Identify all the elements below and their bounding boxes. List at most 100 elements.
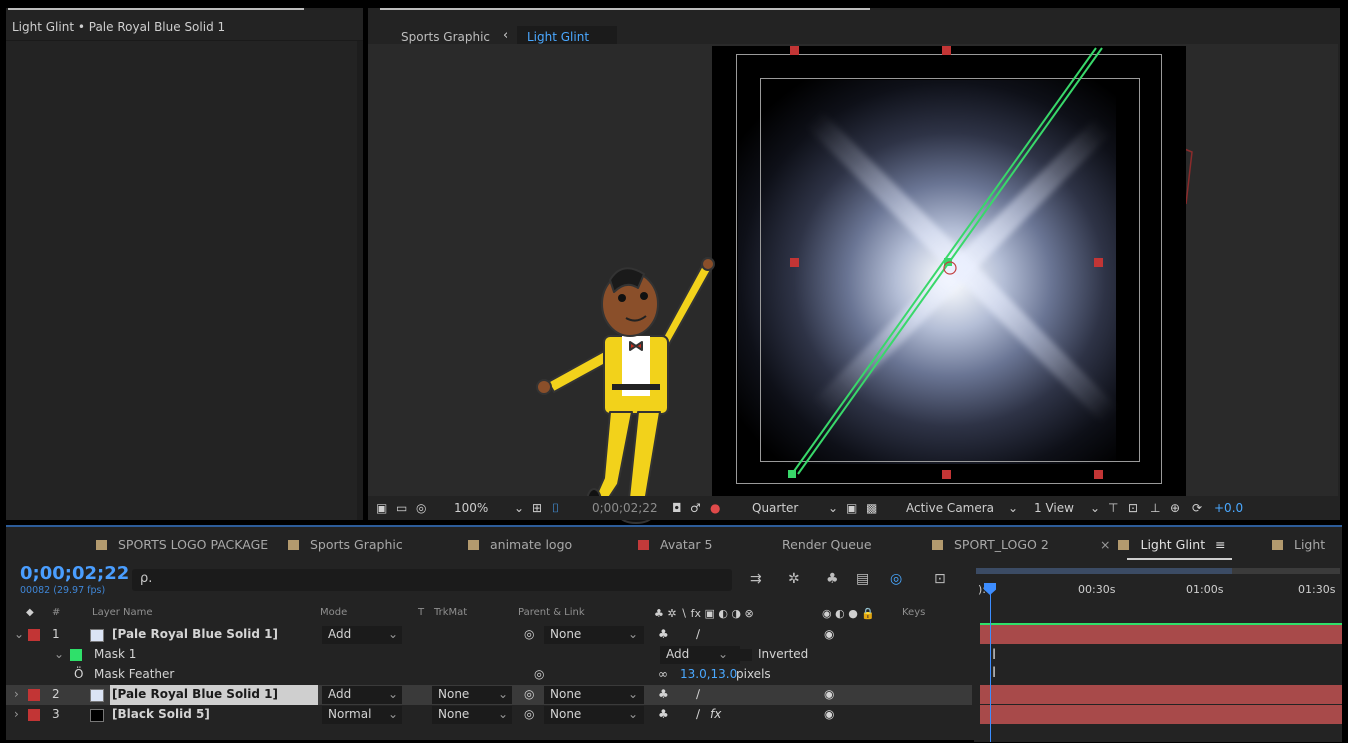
quality-switch-icon[interactable]: ∕ [696,627,700,641]
current-time-display[interactable]: 0;00;02;22 [592,501,658,515]
exposure-value[interactable]: +0.0 [1214,501,1243,515]
layer-name[interactable]: [Black Solid 5] [112,707,210,721]
layer-label-color[interactable] [28,629,40,641]
inverted-checkbox[interactable] [740,649,752,661]
zoom-dropdown[interactable]: 100% [454,501,488,515]
playhead-line[interactable] [990,587,991,742]
fast-preview-icon[interactable]: ⊡ [1128,501,1138,515]
mask-color[interactable] [70,649,82,661]
pickwhip-icon[interactable]: ◎ [524,687,534,701]
layer-row[interactable]: › 3 [Black Solid 5] Normal ⌄ None ⌄ ◎ No… [6,705,972,725]
layer-row[interactable]: › 2 [Pale Royal Blue Solid 1] Add ⌄ None… [6,685,972,705]
layer-label-color[interactable] [28,689,40,701]
mask-feather-value[interactable]: 13.0,13.0 [680,667,737,681]
constrain-link-icon[interactable]: ∞ [658,667,668,681]
chevron-right-icon[interactable]: › [14,707,19,721]
shy-switch-icon[interactable]: ♣ [658,627,669,641]
tab-light-glint[interactable]: × Light Glint ≡ [1100,537,1226,552]
back-arrow-icon[interactable]: ‹ [503,28,508,43]
av-features-icons[interactable]: ◉ ◐ ● 🔒 [822,607,875,620]
label-tag-icon[interactable]: ◆ [26,607,34,618]
chevron-down-icon[interactable]: ⌄ [1008,501,1018,515]
pickwhip-icon[interactable]: ◎ [524,627,534,641]
layer-row[interactable]: ⌄ 1 [Pale Royal Blue Solid 1] Add ⌄ ◎ No… [6,625,972,645]
chevron-down-icon[interactable]: ⌄ [14,627,24,641]
pixel-aspect-icon[interactable]: ⊤ [1108,501,1118,515]
grid-icon[interactable]: ⊞ [532,501,542,515]
layer-name[interactable]: [Pale Royal Blue Solid 1] [110,685,318,705]
monitor-icon[interactable]: ▭ [396,501,407,515]
mask-visibility-icon[interactable]: ⌷ [552,501,559,516]
region-of-interest-icon[interactable]: ▣ [846,501,857,515]
col-parent[interactable]: Parent & Link [518,607,585,618]
layer-label-color[interactable] [28,709,40,721]
layer-bar[interactable] [980,685,1342,704]
work-area-bar[interactable] [976,568,1232,574]
snapshot-icon[interactable]: ◘ [672,501,682,515]
tab-sport-logo-2[interactable]: SPORT_LOGO 2 [932,537,1049,552]
layer-tracks[interactable]: I I [974,623,1342,742]
composition-frame[interactable] [712,46,1186,496]
tab-render-queue[interactable]: Render Queue [782,537,872,552]
chevron-down-icon[interactable]: ⌄ [1090,501,1100,515]
graph-editor-icon[interactable]: ⊡ [934,571,946,587]
reset-exposure-icon[interactable]: ⟳ [1192,501,1202,515]
effects-switch[interactable]: fx [710,707,721,721]
show-snapshot-icon[interactable]: ♂ [690,501,701,515]
mask-path[interactable] [712,46,1186,496]
timeline-icon[interactable]: ⊥ [1150,501,1160,515]
layer-panel-title[interactable]: Light Glint • Pale Royal Blue Solid 1 [12,20,225,34]
frame-blending-icon[interactable]: ▤ [856,571,869,587]
tab-avatar-5[interactable]: Avatar 5 [638,537,713,552]
layer-bar[interactable] [980,705,1342,724]
tab-sports-graphic[interactable]: Sports Graphic [288,537,403,552]
shy-switch-icon[interactable]: ♣ [658,707,669,721]
layer-bar[interactable] [980,625,1342,644]
comp-flowchart-icon[interactable]: ⇉ [750,571,762,587]
draft-3d-icon[interactable]: ✲ [788,571,800,587]
mask-row[interactable]: ⌄ Mask 1 Add ⌄ Inverted [6,645,972,665]
eye-icon[interactable]: ◉ [824,627,834,641]
eye-icon[interactable]: ◉ [824,707,834,721]
eye-icon[interactable]: ◉ [824,687,834,701]
motion-blur-icon[interactable]: ◎ [890,571,902,587]
flowchart-icon[interactable]: ⊕ [1170,501,1180,515]
panel-menu-icon[interactable]: ≡ [1215,537,1225,552]
mask-icon[interactable]: ◎ [416,501,426,515]
mask-name[interactable]: Mask 1 [94,647,136,661]
transparency-grid-icon[interactable]: ▩ [866,501,877,515]
shy-switch-icon[interactable]: ♣ [658,687,669,701]
chevron-down-icon[interactable]: ⌄ [828,501,838,515]
layer-name[interactable]: [Pale Royal Blue Solid 1] [112,627,278,641]
chevron-down-icon[interactable]: ⌄ [54,647,64,661]
keyframe-marker[interactable]: I [992,665,996,681]
stopwatch-icon[interactable]: Ö [74,667,83,681]
chevron-right-icon[interactable]: › [14,687,19,701]
resolution-dropdown[interactable]: Quarter [752,501,798,515]
channel-icon[interactable]: ● [710,501,720,515]
col-trkmat[interactable]: TrkMat [434,607,467,618]
quality-switch-icon[interactable]: ∕ [696,687,700,701]
mask-feather-row[interactable]: Ö Mask Feather ◎ ∞ 13.0,13.0 pixels [6,665,972,685]
current-time[interactable]: 0;00;02;22 [20,563,129,584]
close-icon[interactable]: × [1100,537,1110,552]
always-preview-icon[interactable]: ▣ [376,501,387,515]
keyframe-marker[interactable]: I [992,647,996,663]
col-mode[interactable]: Mode [320,607,347,618]
shy-layers-icon[interactable]: ♣ [826,571,839,587]
view-layout-dropdown[interactable]: 1 View [1034,501,1074,515]
expression-pickwhip-icon[interactable]: ◎ [534,667,544,681]
tab-sports-logo-package[interactable]: SPORTS LOGO PACKAGE [96,537,268,552]
quality-switch-icon[interactable]: ∕ [696,707,700,721]
chevron-down-icon[interactable]: ⌄ [514,501,524,515]
tab-animate-logo[interactable]: animate logo [468,537,572,552]
tab-light[interactable]: Light [1272,537,1325,552]
col-layer-name[interactable]: Layer Name [92,607,153,618]
time-ruler[interactable]: ):0 00:30s 01:00s 01:30s [974,563,1342,599]
camera-dropdown[interactable]: Active Camera [906,501,994,515]
switches-icons[interactable]: ♣ ✲ ∖ fx ▣ ◐ ◑ ⊗ [654,607,754,620]
composition-viewer[interactable] [368,44,1338,524]
tab-sports-graphic[interactable]: Sports Graphic [401,30,490,44]
layer-search-input[interactable]: ρ. [132,569,732,591]
panel-scrollbar[interactable] [357,41,363,520]
